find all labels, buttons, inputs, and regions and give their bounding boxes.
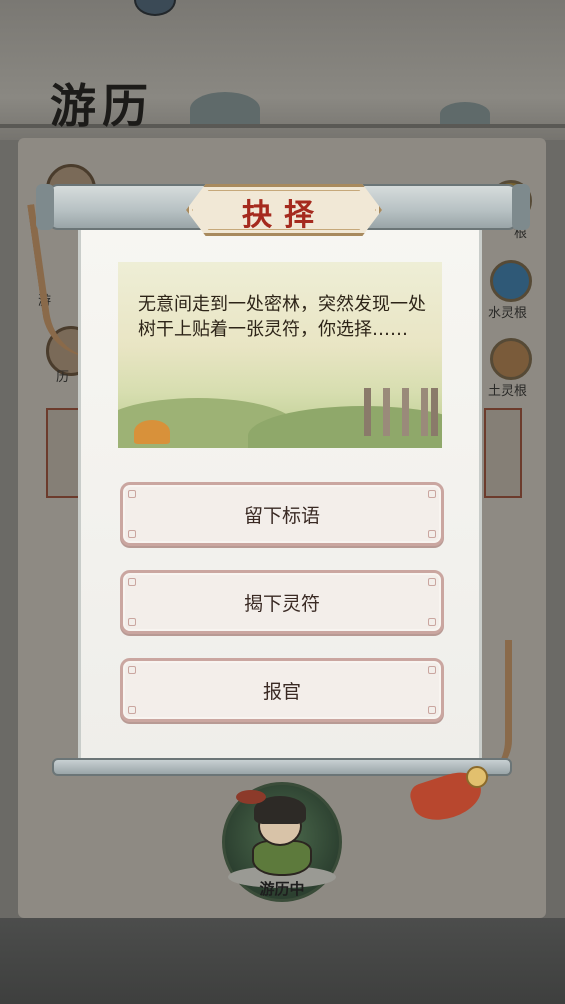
earth-root-label: 土灵根	[488, 384, 528, 399]
water-root-label: 水灵根	[488, 306, 528, 321]
corner-ornament	[128, 578, 136, 586]
screen-title: 游历	[50, 79, 154, 133]
corner-ornament	[128, 666, 136, 674]
water-root-icon[interactable]	[490, 260, 532, 302]
corner-ornament	[428, 578, 436, 586]
choice-button-take-talisman[interactable]: 揭下灵符	[120, 570, 444, 634]
hair-bow-icon	[236, 790, 266, 804]
bottom-bar	[0, 918, 565, 1004]
choice-label: 留下标语	[243, 504, 320, 527]
corner-ornament	[128, 706, 136, 714]
choice-label: 报官	[262, 680, 301, 703]
corner-ornament	[128, 530, 136, 538]
corner-ornament	[428, 706, 436, 714]
scroll-bottom-roller	[52, 758, 512, 776]
fence-decoration	[364, 388, 438, 436]
corner-ornament	[428, 490, 436, 498]
choice-label: 揭下灵符	[243, 592, 320, 615]
mountain-decoration	[190, 92, 260, 126]
mountain-decoration	[440, 102, 490, 126]
choice-button-report[interactable]: 报官	[120, 658, 444, 722]
left-menu-label: 历	[56, 370, 70, 385]
story-illustration: 无意间走到一处密林，突然发现一处树干上贴着一张灵符，你选择……	[118, 262, 442, 448]
corner-ornament	[428, 530, 436, 538]
travel-status-label: 游历中	[259, 880, 305, 898]
earth-root-icon[interactable]	[490, 338, 532, 380]
left-side-panel	[46, 408, 82, 498]
choice-button-leave-note[interactable]: 留下标语	[120, 482, 444, 546]
travel-status-button[interactable]: 游历中	[222, 782, 342, 902]
corner-ornament	[128, 490, 136, 498]
corner-ornament	[128, 618, 136, 626]
right-side-panel	[484, 408, 522, 498]
corner-ornament	[428, 618, 436, 626]
corner-ornament	[428, 666, 436, 674]
tassel-bead	[466, 766, 488, 788]
dialog-title: 抉择	[242, 198, 326, 233]
story-text: 无意间走到一处密林，突然发现一处树干上贴着一张灵符，你选择……	[138, 294, 426, 340]
mushroom-decoration	[134, 420, 170, 444]
